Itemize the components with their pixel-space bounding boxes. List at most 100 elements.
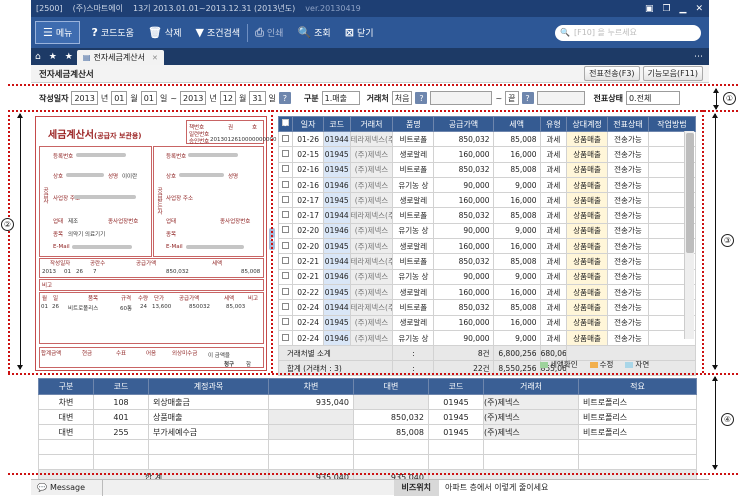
grid-cell[interactable]: 01945 xyxy=(322,146,351,163)
grid-cell[interactable]: 과세 xyxy=(539,329,568,347)
grid-cell[interactable]: 상품매출 xyxy=(566,238,609,255)
grid-cell[interactable]: 상품매출 xyxy=(566,161,609,178)
journal-cell[interactable]: 850,032 xyxy=(353,409,429,425)
journal-cell[interactable]: 935,040 xyxy=(268,394,354,410)
column-header[interactable]: 작업방법 xyxy=(647,116,697,132)
grid-cell[interactable]: 160,000 xyxy=(433,283,494,301)
grid-cell[interactable]: 85,008 xyxy=(492,130,541,148)
grid-cell[interactable]: 160,000 xyxy=(433,238,494,255)
grid-cell[interactable]: 전송가능 xyxy=(607,314,649,331)
grid-cell[interactable]: 16,000 xyxy=(492,314,541,331)
grid-cell[interactable]: 유기농 상 xyxy=(392,268,435,285)
journal-cell[interactable] xyxy=(148,454,269,470)
grid-cell[interactable]: 16,000 xyxy=(492,192,541,209)
grid-cell[interactable]: 상품매출 xyxy=(566,222,609,240)
row-checkbox[interactable] xyxy=(277,192,294,209)
grid-cell[interactable]: 85,008 xyxy=(492,253,541,270)
row-checkbox[interactable] xyxy=(277,207,294,224)
grid-cell[interactable]: 비트로폴 xyxy=(392,130,435,148)
journal-cell[interactable]: 01945 xyxy=(428,424,484,440)
to-month-input[interactable]: 12 xyxy=(219,91,236,105)
journal-empty-row[interactable] xyxy=(38,454,697,470)
journal-cell[interactable] xyxy=(148,439,269,455)
grid-cell[interactable]: 생로알레 xyxy=(392,192,435,209)
tab-e-tax-invoice[interactable]: ▤ 전자세금계산서 ✕ xyxy=(76,50,164,65)
grid-cell[interactable]: 과세 xyxy=(539,222,568,240)
grid-cell[interactable]: 01946 xyxy=(322,222,351,240)
grid-row[interactable]: 02-17 01945 (주)제넥스 생로알레 160,000 16,000 과세 상품매출 전… xyxy=(277,192,697,209)
grid-cell[interactable]: 16,000 xyxy=(492,283,541,301)
journal-column-header[interactable]: 구분 xyxy=(38,378,94,395)
grid-cell[interactable]: 상품매출 xyxy=(566,268,609,285)
grid-cell[interactable]: 생로알레 xyxy=(392,238,435,255)
column-header[interactable]: 일자 xyxy=(292,116,324,132)
grid-cell[interactable]: 01944 xyxy=(322,299,351,316)
row-checkbox[interactable] xyxy=(277,146,294,163)
message-area[interactable]: 💬 Message xyxy=(31,479,103,496)
row-checkbox[interactable] xyxy=(277,222,294,240)
grid-cell[interactable]: 과세 xyxy=(539,253,568,270)
customer-to-help-icon[interactable]: ? xyxy=(521,92,534,104)
customer-to-input[interactable]: 끝 xyxy=(505,91,519,105)
grid-row[interactable]: 02-20 01945 (주)제넥스 생로알레 160,000 16,000 과세 상품매출 전… xyxy=(277,238,697,255)
grid-cell[interactable]: 과세 xyxy=(539,207,568,224)
grid-cell[interactable]: 테라제넥스(주) xyxy=(349,130,394,148)
grid-cell[interactable]: 과세 xyxy=(539,268,568,285)
to-year-input[interactable]: 2013 xyxy=(180,91,207,105)
grid-cell[interactable]: 상품매출 xyxy=(566,207,609,224)
grid-cell[interactable]: 02-16 xyxy=(292,176,324,194)
grid-cell[interactable]: (주)제넥스 xyxy=(349,314,394,331)
minimize-icon[interactable]: ▁ xyxy=(680,4,687,14)
grid-cell[interactable]: 전송가능 xyxy=(607,207,649,224)
journal-cell[interactable] xyxy=(428,454,484,470)
grid-cell[interactable]: 생로알레 xyxy=(392,314,435,331)
grid-cell[interactable]: 01946 xyxy=(322,176,351,194)
grid-row[interactable]: 01-2601944테라제넥스(주)비트로폴850,03285,008과세상품매… xyxy=(277,130,697,148)
grid-cell[interactable]: 상품매출 xyxy=(566,314,609,331)
journal-cell[interactable] xyxy=(268,454,354,470)
grid-cell[interactable]: 02-16 xyxy=(292,161,324,178)
journal-cell[interactable]: 01945 xyxy=(428,394,484,410)
grid-cell[interactable]: 85,008 xyxy=(492,207,541,224)
journal-cell[interactable] xyxy=(353,454,429,470)
from-day-input[interactable]: 01 xyxy=(140,91,157,105)
journal-cell[interactable]: 대변 xyxy=(38,409,94,425)
grid-cell[interactable]: 90,000 xyxy=(433,222,494,240)
grid-cell[interactable]: 01944 xyxy=(322,253,351,270)
bookmark-icon[interactable]: ★ xyxy=(61,52,77,62)
grid-cell[interactable]: 90,000 xyxy=(433,176,494,194)
journal-cell[interactable] xyxy=(38,439,94,455)
grid-cell[interactable]: 전송가능 xyxy=(607,268,649,285)
journal-row[interactable]: 차변 108 외상매출금 935,040 01945 (주)제넥스 비트로폴리스 xyxy=(38,394,697,410)
grid-cell[interactable]: 16,000 xyxy=(492,146,541,163)
row-checkbox[interactable] xyxy=(277,238,294,255)
grid-cell[interactable]: 02-20 xyxy=(292,222,324,240)
grid-cell[interactable]: 160,000 xyxy=(433,314,494,331)
grid-cell[interactable]: 과세 xyxy=(539,176,568,194)
home-icon[interactable]: ⌂ xyxy=(31,52,45,62)
column-header[interactable]: 세액 xyxy=(492,116,541,132)
grid-cell[interactable]: 01944 xyxy=(322,207,351,224)
grid-cell[interactable]: 850,032 xyxy=(433,130,494,148)
grid-cell[interactable]: 02-17 xyxy=(292,192,324,209)
grid-cell[interactable]: 전송가능 xyxy=(607,329,649,347)
print-button[interactable]: ⎙ 인쇄 xyxy=(248,17,290,48)
grid-cell[interactable]: 90,000 xyxy=(433,268,494,285)
grid-cell[interactable]: (주)제넥스 xyxy=(349,283,394,301)
code-help-button[interactable]: ? 코드도움 xyxy=(84,17,141,48)
column-header[interactable]: 품명 xyxy=(392,116,435,132)
grid-cell[interactable]: (주)제넥스 xyxy=(349,176,394,194)
journal-column-header[interactable]: 코드 xyxy=(93,378,149,395)
grid-cell[interactable]: 상품매출 xyxy=(566,130,609,148)
journal-cell[interactable] xyxy=(578,454,697,470)
journal-cell[interactable]: 차변 xyxy=(38,394,94,410)
grid-cell[interactable]: 과세 xyxy=(539,192,568,209)
grid-cell[interactable]: 850,032 xyxy=(433,207,494,224)
column-header[interactable]: 공급가액 xyxy=(433,116,494,132)
grid-cell[interactable]: 전송가능 xyxy=(607,299,649,316)
grid-cell[interactable]: 테라제넥스(주) xyxy=(349,253,394,270)
column-header[interactable]: 코드 xyxy=(322,116,351,132)
journal-cell[interactable]: 외상매출금 xyxy=(148,394,269,410)
grid-cell[interactable]: 90,000 xyxy=(433,329,494,347)
grid-cell[interactable]: 비트로폴 xyxy=(392,207,435,224)
